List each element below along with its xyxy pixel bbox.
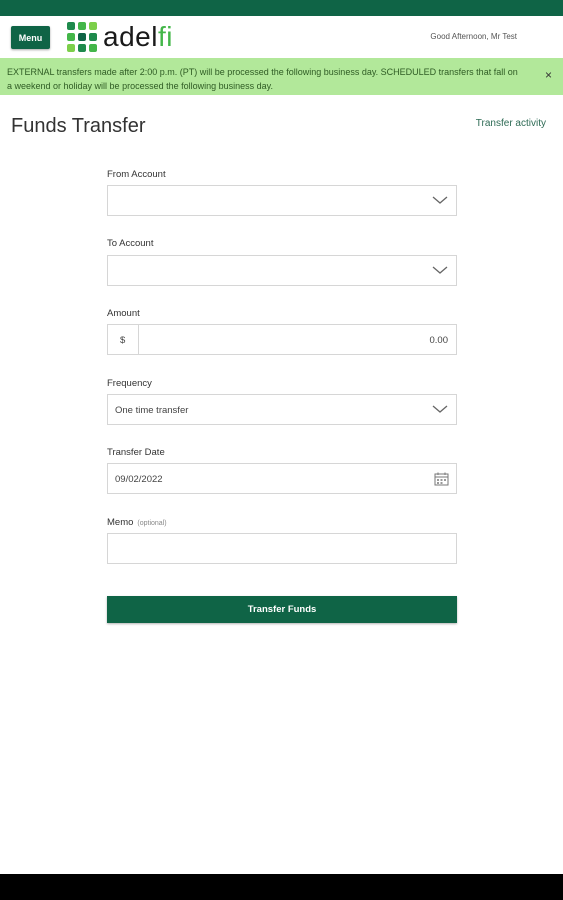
notice-banner: EXTERNAL transfers made after 2:00 p.m. …	[0, 58, 563, 95]
amount-input[interactable]: $ 0.00	[107, 324, 457, 355]
amount-value: 0.00	[429, 335, 449, 346]
from-account-label: From Account	[107, 169, 166, 180]
transfer-date-value: 09/02/2022	[115, 474, 163, 485]
to-account-label: To Account	[107, 238, 154, 249]
app-header: Menu adelfi Good Afternoon, Mr Test	[0, 16, 563, 58]
menu-button[interactable]: Menu	[11, 26, 50, 49]
banner-message: EXTERNAL transfers made after 2:00 p.m. …	[7, 67, 518, 91]
frequency-label: Frequency	[107, 378, 152, 389]
logo-text-accent: fi	[157, 21, 173, 52]
memo-label-text: Memo	[107, 517, 134, 528]
close-icon[interactable]: ×	[545, 69, 552, 81]
greeting-text: Good Afternoon, Mr Test	[430, 32, 517, 41]
top-status-bar	[0, 0, 563, 16]
transfer-date-label: Transfer Date	[107, 447, 165, 458]
calendar-icon[interactable]	[434, 472, 449, 486]
logo-wordmark: adelfi	[103, 23, 173, 51]
transfer-activity-link[interactable]: Transfer activity	[476, 118, 546, 129]
currency-symbol: $	[120, 335, 126, 346]
memo-optional-tag: (optional)	[137, 520, 167, 527]
memo-input[interactable]	[107, 533, 457, 564]
bottom-nav-bar	[0, 874, 563, 900]
chevron-down-icon	[432, 266, 448, 274]
chevron-down-icon	[432, 196, 448, 204]
adelfi-logo[interactable]: adelfi	[66, 20, 173, 54]
amount-label: Amount	[107, 308, 140, 319]
transfer-funds-button[interactable]: Transfer Funds	[107, 596, 457, 623]
logo-text-main: adel	[103, 21, 158, 52]
memo-label: Memo (optional)	[107, 517, 167, 528]
frequency-value: One time transfer	[115, 405, 189, 416]
chevron-down-icon	[432, 405, 448, 413]
logo-mark-icon	[67, 22, 97, 52]
transfer-date-input[interactable]: 09/02/2022	[107, 463, 457, 494]
from-account-select[interactable]	[107, 185, 457, 216]
frequency-select[interactable]: One time transfer	[107, 394, 457, 425]
to-account-select[interactable]	[107, 255, 457, 286]
page-title: Funds Transfer	[11, 115, 146, 137]
currency-prefix: $	[108, 325, 139, 354]
